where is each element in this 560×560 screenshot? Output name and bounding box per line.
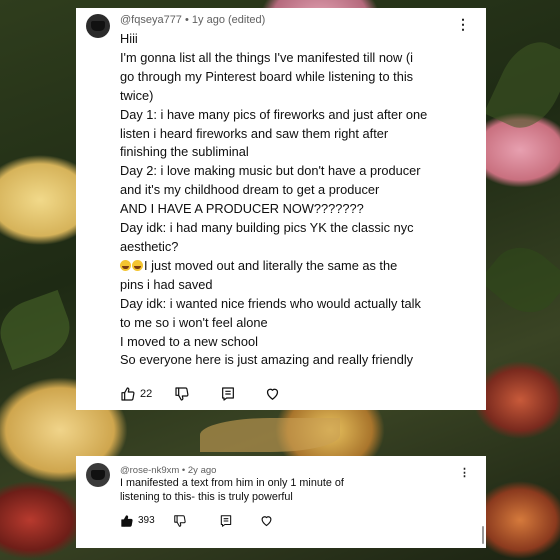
crying-emoji-icon (120, 259, 131, 271)
background-leaf (478, 234, 560, 326)
comment-line: Day idk: i wanted nice friends who would… (120, 295, 421, 311)
comment-line: I'm gonna list all the things I've manif… (120, 49, 413, 65)
thumbs-up-filled-icon (121, 514, 133, 527)
comment-body: I manifested a text from him in only 1 m… (120, 477, 476, 504)
comment-line: and it's my childhood dream to get a pro… (120, 182, 380, 198)
heart-icon (261, 516, 272, 527)
reply-icon (222, 386, 235, 401)
comment-line: Day 1: i have many pics of fireworks and… (120, 106, 428, 122)
comment-line: I just moved out and literally the same … (120, 257, 476, 276)
comment-line: Day 2: i love making music but don't hav… (120, 163, 421, 179)
crying-emoji-icon (132, 259, 143, 271)
comment-body: Hiii I'm gonna list all the things I've … (120, 30, 476, 370)
comment-line: to me so i won't feel alone (120, 314, 268, 330)
avatar[interactable] (86, 14, 110, 38)
like-button[interactable]: 22 (120, 386, 152, 402)
comment-line: twice) (120, 87, 154, 103)
comment-line: listen i heard fireworks and saw them ri… (120, 125, 389, 141)
comment-line: go through my Pinterest board while list… (120, 68, 414, 84)
comment-meta: @fqseya777 • 1y ago (edited) (120, 14, 266, 26)
thumbs-down-icon (175, 386, 189, 401)
thumbs-down-icon (173, 514, 186, 527)
heart-icon (267, 388, 279, 400)
heart-button[interactable] (264, 385, 281, 402)
timestamp[interactable]: 1y ago (edited) (192, 14, 265, 26)
like-count: 22 (140, 387, 153, 400)
comment-line: AND I HAVE A PRODUCER NOW??????? (120, 201, 364, 217)
comment-line: finishing the subliminal (120, 144, 249, 160)
comment-line: aesthetic? (120, 238, 179, 254)
comment-line: So everyone here is just amazing and rea… (120, 352, 414, 368)
dislike-button[interactable] (174, 386, 190, 402)
comment-actions: 393 (120, 513, 274, 528)
dislike-button[interactable] (173, 514, 187, 528)
comment-line: I manifested a text from him in only 1 m… (120, 477, 344, 489)
comment-line: I moved to a new school (120, 333, 258, 349)
reply-icon (220, 514, 231, 527)
comment-card: @rose-nk9xm • 2y ago ⋮ I manifested a te… (76, 456, 486, 548)
comment-line: listening to this- this is truly powerfu… (120, 490, 293, 503)
comment-meta: @rose-nk9xm • 2y ago (120, 465, 217, 476)
comment-card: @fqseya777 • 1y ago (edited) ⋮ Hiii I'm … (76, 8, 486, 410)
like-button[interactable]: 393 (120, 514, 155, 528)
background-leaf (483, 31, 560, 139)
comment-line: pins i had saved (120, 276, 213, 292)
avatar[interactable] (86, 463, 110, 487)
background-leaf (0, 289, 79, 371)
like-count: 393 (138, 515, 155, 526)
background-leaf (200, 418, 340, 452)
reply-button[interactable] (220, 386, 236, 402)
thumbs-up-icon (121, 386, 135, 401)
reply-button[interactable] (219, 514, 233, 528)
username[interactable]: @rose-nk9xm (120, 465, 179, 476)
comment-line: Day idk: i had many building pics YK the… (120, 220, 414, 236)
timestamp[interactable]: 2y ago (188, 465, 217, 476)
comment-actions: 22 (120, 385, 281, 402)
scrollbar[interactable] (482, 526, 484, 544)
heart-button[interactable] (259, 513, 274, 528)
comment-line: Hiii (120, 31, 138, 46)
username[interactable]: @fqseya777 (120, 14, 182, 26)
